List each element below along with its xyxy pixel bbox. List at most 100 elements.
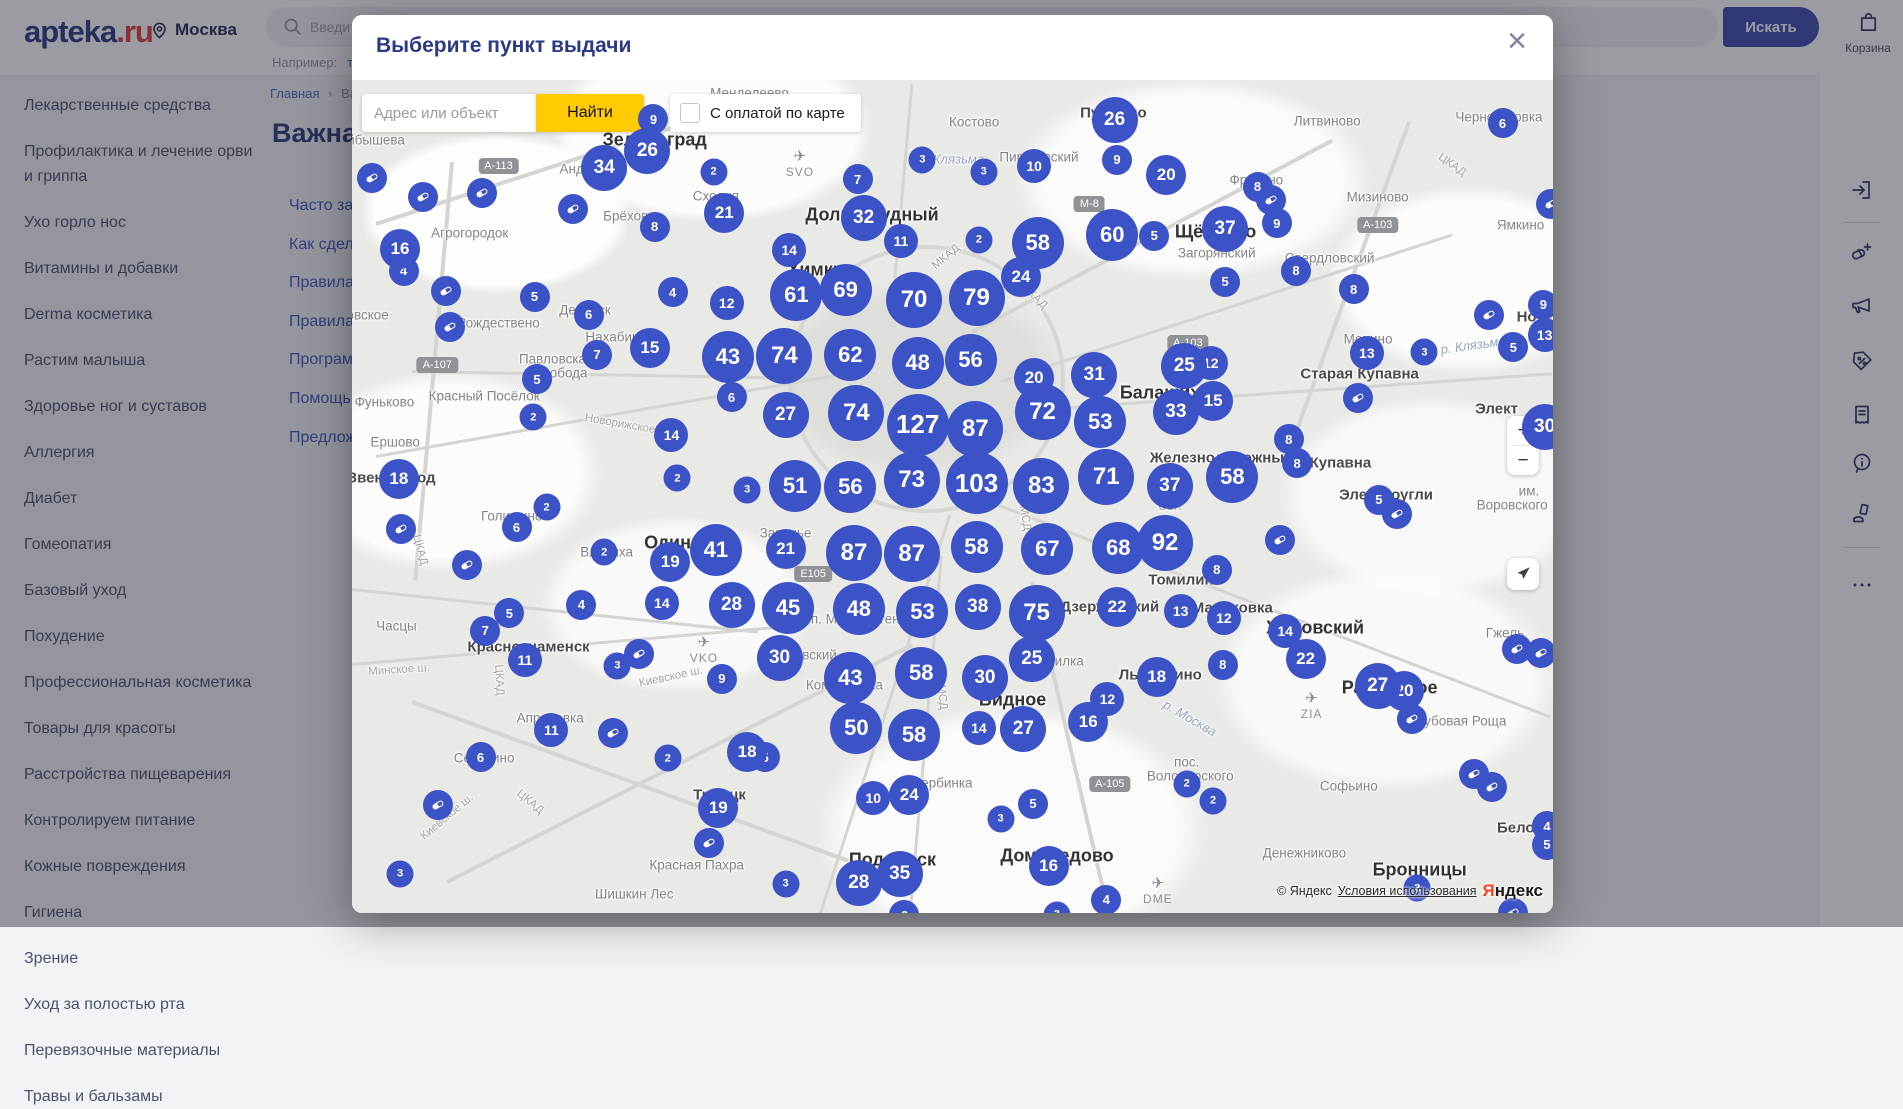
cluster-marker[interactable]: 9 xyxy=(1528,290,1553,320)
map-address-input[interactable] xyxy=(362,94,536,132)
cluster-marker[interactable]: 27 xyxy=(763,392,809,438)
cluster-marker[interactable]: 3 xyxy=(387,860,414,887)
pharmacy-pill-marker[interactable] xyxy=(423,790,453,820)
cluster-marker[interactable]: 37 xyxy=(1202,206,1248,252)
cluster-marker[interactable]: 13 xyxy=(1164,594,1198,628)
cluster-marker[interactable]: 30 xyxy=(757,635,803,681)
cluster-marker[interactable]: 43 xyxy=(824,652,876,704)
cluster-marker[interactable]: 14 xyxy=(962,711,996,745)
cluster-marker[interactable]: 16 xyxy=(1029,846,1069,886)
cluster-marker[interactable]: 8 xyxy=(1339,274,1369,304)
cluster-marker[interactable]: 5 xyxy=(522,364,552,394)
cluster-marker[interactable]: 10 xyxy=(1017,149,1051,183)
cluster-marker[interactable]: 3 xyxy=(1411,339,1438,366)
cluster-marker[interactable]: 48 xyxy=(892,337,944,389)
cluster-marker[interactable]: 79 xyxy=(949,270,1005,326)
cluster-marker[interactable]: 19 xyxy=(650,542,690,582)
cluster-marker[interactable]: 18 xyxy=(379,459,419,499)
cluster-marker[interactable]: 58 xyxy=(1206,451,1258,503)
cluster-marker[interactable]: 5 xyxy=(1364,485,1394,515)
cluster-marker[interactable]: 87 xyxy=(826,525,882,581)
cluster-marker[interactable]: 5 xyxy=(1139,221,1169,251)
cluster-marker[interactable]: 25 xyxy=(1161,343,1207,389)
cluster-marker[interactable]: 5 xyxy=(1532,830,1553,860)
cluster-marker[interactable]: 19 xyxy=(698,788,738,828)
cluster-marker[interactable]: 6 xyxy=(574,300,604,330)
cluster-marker[interactable]: 13 xyxy=(1528,318,1553,352)
cluster-marker[interactable]: 6 xyxy=(1488,108,1518,138)
cluster-marker[interactable]: 5 xyxy=(520,282,550,312)
pharmacy-pill-marker[interactable] xyxy=(1474,300,1504,330)
cluster-marker[interactable]: 70 xyxy=(886,272,942,328)
cluster-marker[interactable]: 22 xyxy=(1286,639,1326,679)
cluster-marker[interactable]: 21 xyxy=(766,529,806,569)
cluster-marker[interactable]: 11 xyxy=(508,643,542,677)
cluster-marker[interactable]: 7 xyxy=(582,340,612,370)
cluster-marker[interactable]: 16 xyxy=(380,229,420,269)
cluster-marker[interactable]: 7 xyxy=(470,616,500,646)
cluster-marker[interactable]: 8 xyxy=(1208,650,1238,680)
pharmacy-pill-marker[interactable] xyxy=(1343,383,1373,413)
cluster-marker[interactable]: 92 xyxy=(1137,515,1193,571)
cluster-marker[interactable]: 3 xyxy=(970,158,997,185)
cluster-marker[interactable]: 61 xyxy=(770,269,822,321)
cluster-marker[interactable]: 83 xyxy=(1013,458,1069,514)
cluster-marker[interactable]: 9 xyxy=(1262,208,1292,238)
cluster-marker[interactable]: 56 xyxy=(824,461,876,513)
pharmacy-pill-marker[interactable] xyxy=(598,718,628,748)
cluster-marker[interactable]: 27 xyxy=(1000,706,1046,752)
cluster-marker[interactable]: 127 xyxy=(887,394,949,456)
cluster-marker[interactable]: 87 xyxy=(884,526,940,582)
cluster-marker[interactable]: 8 xyxy=(1202,555,1232,585)
cluster-marker[interactable]: 27 xyxy=(1355,663,1401,709)
cluster-marker[interactable]: 34 xyxy=(581,145,627,191)
cluster-marker[interactable]: 7 xyxy=(843,164,873,194)
cluster-marker[interactable]: 31 xyxy=(1071,352,1117,398)
cluster-marker[interactable]: 50 xyxy=(830,702,882,754)
cluster-marker[interactable]: 32 xyxy=(841,195,887,241)
terms-link[interactable]: Условия использования xyxy=(1338,884,1477,898)
cluster-marker[interactable]: 38 xyxy=(955,584,1001,630)
cluster-marker[interactable]: 3 xyxy=(987,805,1014,832)
cluster-marker[interactable]: 2 xyxy=(654,745,681,772)
pharmacy-pill-marker[interactable] xyxy=(1477,772,1507,802)
cluster-marker[interactable]: 26 xyxy=(624,128,670,174)
cluster-marker[interactable]: 18 xyxy=(727,732,767,772)
cluster-marker[interactable]: 41 xyxy=(690,524,742,576)
cluster-marker[interactable]: 2 xyxy=(1200,787,1227,814)
cluster-marker[interactable]: 43 xyxy=(702,331,754,383)
cluster-marker[interactable]: 3 xyxy=(604,652,631,679)
cluster-marker[interactable]: 87 xyxy=(947,401,1003,457)
cluster-marker[interactable]: 60 xyxy=(1086,209,1138,261)
pharmacy-pill-marker[interactable] xyxy=(408,182,438,212)
cluster-marker[interactable]: 5 xyxy=(1498,332,1528,362)
yandex-logo[interactable]: Яндекс xyxy=(1483,881,1543,901)
cluster-marker[interactable]: 12 xyxy=(710,286,744,320)
cluster-marker[interactable]: 69 xyxy=(820,264,872,316)
card-payment-checkbox[interactable] xyxy=(680,103,700,123)
cluster-marker[interactable]: 28 xyxy=(836,860,882,906)
cluster-marker[interactable]: 45 xyxy=(762,582,814,634)
pharmacy-pill-marker[interactable] xyxy=(467,178,497,208)
cluster-marker[interactable]: 4 xyxy=(658,277,688,307)
pharmacy-pill-marker[interactable] xyxy=(452,550,482,580)
cluster-marker[interactable]: 11 xyxy=(884,224,918,258)
cluster-marker[interactable]: 58 xyxy=(951,521,1003,573)
cluster-marker[interactable]: 103 xyxy=(946,452,1008,514)
cluster-marker[interactable]: 75 xyxy=(1009,585,1065,641)
cluster-marker[interactable]: 8 xyxy=(1282,448,1312,478)
cluster-marker[interactable]: 73 xyxy=(884,452,940,508)
cluster-marker[interactable]: 3 xyxy=(909,146,936,173)
cluster-marker[interactable]: 74 xyxy=(828,385,884,441)
zoom-out-button[interactable]: − xyxy=(1507,446,1539,475)
cluster-marker[interactable]: 2 xyxy=(591,539,618,566)
close-icon[interactable]: × xyxy=(1501,23,1533,59)
cluster-marker[interactable]: 2 xyxy=(1173,770,1200,797)
cluster-marker[interactable]: 3 xyxy=(772,870,799,897)
sidebar-item[interactable]: Травы и бальзамы xyxy=(24,1084,260,1109)
yandex-map[interactable]: Найти С оплатой по карте + − © Яндекс Ус… xyxy=(352,80,1553,913)
cluster-marker[interactable]: 67 xyxy=(1021,523,1073,575)
cluster-marker[interactable]: 6 xyxy=(466,742,496,772)
cluster-marker[interactable]: 16 xyxy=(1068,702,1108,742)
cluster-marker[interactable]: 5 xyxy=(1018,789,1048,819)
